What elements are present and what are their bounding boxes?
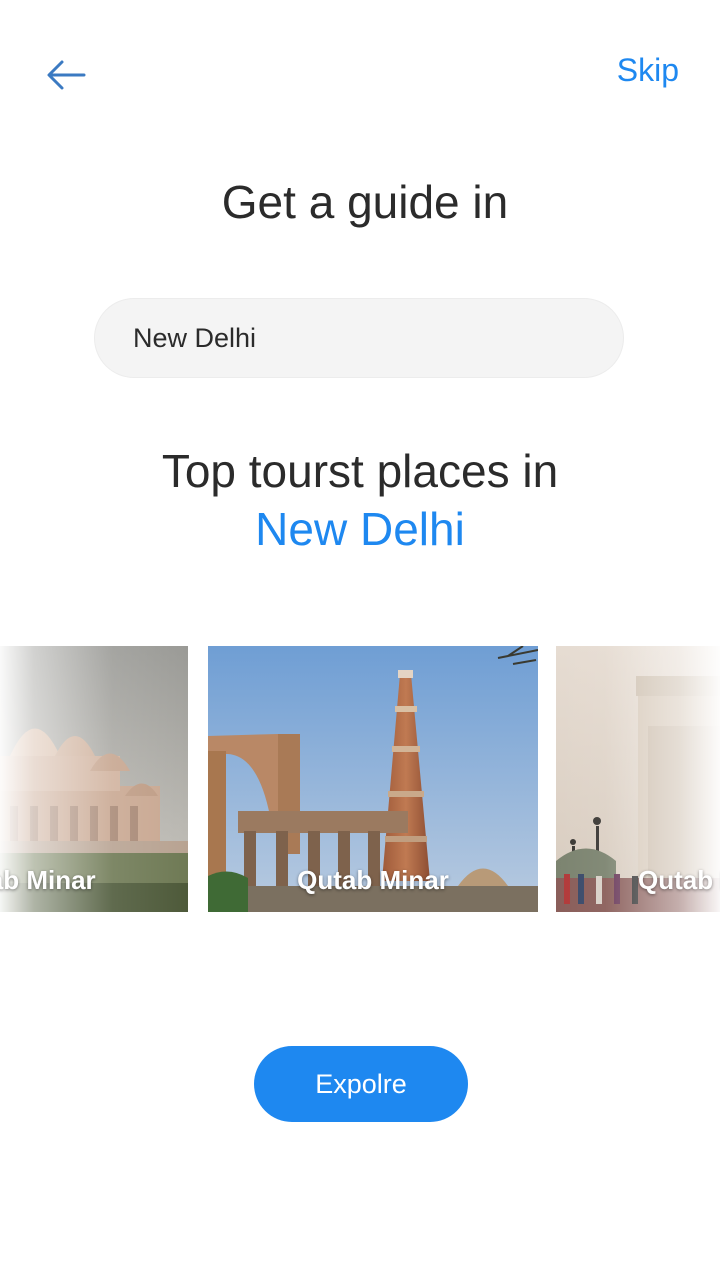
place-card-label: Qutab Minar xyxy=(297,865,449,895)
places-heading: Top tourst places in New Delhi xyxy=(0,442,720,558)
places-city: New Delhi xyxy=(255,503,465,555)
place-card-label: Qutab Minar xyxy=(638,865,720,895)
place-card-right[interactable]: Qutab Minar xyxy=(556,646,720,912)
places-title: Top tourst places in xyxy=(161,445,559,497)
places-carousel[interactable]: Qutab Minar xyxy=(0,646,720,912)
place-card-label: Qutab Minar xyxy=(0,865,96,895)
city-input[interactable] xyxy=(133,322,573,354)
arrow-left-icon xyxy=(47,60,86,90)
guide-screen: Skip Get a guide in Top tourst places in… xyxy=(0,0,720,1280)
place-card-qutab-minar[interactable]: Qutab Minar xyxy=(208,646,538,912)
explore-button[interactable]: Expolre xyxy=(254,1046,468,1122)
back-button[interactable] xyxy=(44,52,90,98)
page-title: Get a guide in xyxy=(221,176,509,228)
place-card-left[interactable]: Qutab Minar xyxy=(0,646,188,912)
skip-link[interactable]: Skip xyxy=(617,50,679,90)
city-search-field[interactable] xyxy=(94,298,624,378)
